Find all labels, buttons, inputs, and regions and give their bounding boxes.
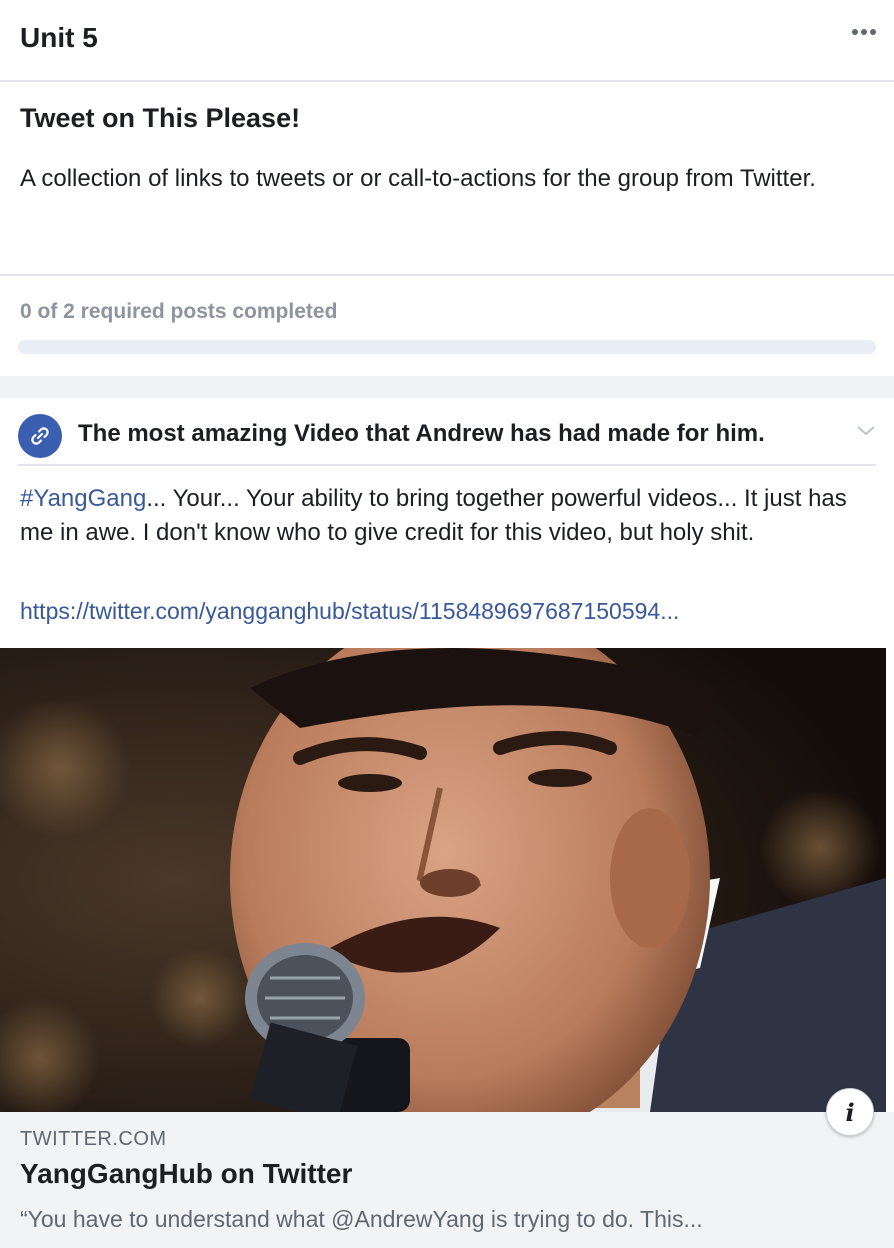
unit-title: Unit 5: [20, 22, 98, 53]
more-icon[interactable]: [852, 22, 882, 36]
unit-card: Unit 5 Tweet on This Please! A collectio…: [0, 0, 894, 376]
post-title: The most amazing Video that Andrew has h…: [78, 420, 765, 447]
divider: [18, 464, 876, 466]
section-title: Tweet on This Please!: [20, 103, 301, 133]
post-card: The most amazing Video that Andrew has h…: [0, 398, 894, 1248]
info-icon[interactable]: i: [826, 1088, 874, 1136]
divider: [0, 80, 894, 82]
post-header: The most amazing Video that Andrew has h…: [0, 398, 894, 464]
link-preview-meta[interactable]: TWITTER.COM YangGangHub on Twitter “You …: [0, 1112, 894, 1248]
link-icon: [18, 414, 62, 458]
link-domain: TWITTER.COM: [20, 1128, 167, 1150]
divider: [0, 274, 894, 276]
section-description: A collection of links to tweets or or ca…: [20, 165, 816, 192]
link-description: “You have to understand what @AndrewYang…: [20, 1206, 703, 1232]
link-title: YangGangHub on Twitter: [20, 1158, 353, 1189]
progress-bar: [18, 340, 876, 354]
chevron-down-icon[interactable]: [854, 420, 878, 440]
post-url-link[interactable]: https://twitter.com/yangganghub/status/1…: [20, 598, 679, 625]
progress-label: 0 of 2 required posts completed: [20, 300, 338, 323]
link-preview-image[interactable]: [0, 648, 886, 1112]
unit-header: Unit 5: [0, 0, 894, 80]
post-body: #YangGang... Your... Your ability to bri…: [20, 482, 860, 550]
hashtag-link[interactable]: #YangGang: [20, 485, 146, 512]
